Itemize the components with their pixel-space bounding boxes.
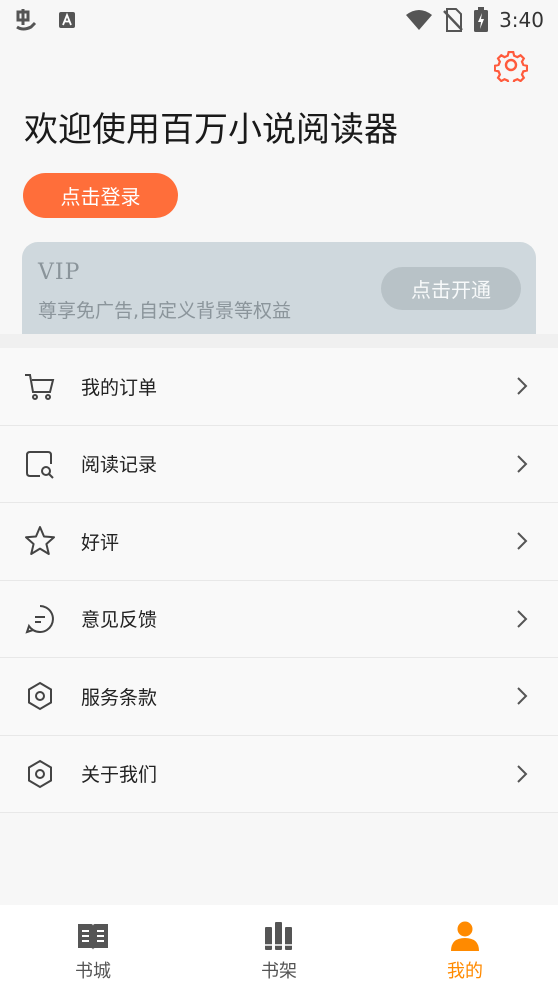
nav-label: 我的 — [447, 961, 483, 982]
chevron-right-icon — [517, 532, 528, 550]
status-time: 3:40 — [499, 8, 544, 32]
no-sim-icon — [443, 8, 463, 32]
chevron-right-icon — [517, 610, 528, 628]
menu-item-reading-history[interactable]: 阅读记录 — [0, 425, 558, 503]
menu-item-about[interactable]: 关于我们 — [0, 735, 558, 813]
gear-icon[interactable] — [494, 48, 528, 82]
menu-item-label: 服务条款 — [81, 686, 158, 709]
feedback-chat-icon — [25, 604, 54, 634]
menu-item-feedback[interactable]: 意见反馈 — [0, 580, 558, 658]
hexagon-icon — [28, 759, 52, 788]
cart-icon — [25, 374, 55, 401]
menu-item-rate[interactable]: 好评 — [0, 503, 558, 581]
bottom-nav: 书城 书架 我的 — [0, 905, 558, 992]
chevron-right-icon — [517, 377, 528, 395]
chevron-right-icon — [517, 687, 528, 705]
login-button[interactable]: 点击登录 — [23, 173, 178, 218]
app-logo-icon — [16, 9, 37, 31]
menu-item-label: 意见反馈 — [81, 609, 158, 632]
status-bar: 3:40 — [0, 0, 558, 40]
menu-item-terms[interactable]: 服务条款 — [0, 658, 558, 736]
welcome-title: 欢迎使用百万小说阅读器 — [24, 110, 398, 150]
battery-charging-icon — [474, 7, 489, 32]
profile-screen: 3:40 欢迎使用百万小说阅读器 点击登录 VIP 尊享免广告,自定义背景等权益… — [0, 0, 558, 992]
hexagon-icon — [28, 682, 52, 711]
menu-item-label: 好评 — [81, 531, 120, 554]
chevron-right-icon — [517, 455, 528, 473]
reading-history-icon — [26, 450, 54, 479]
menu-item-label: 关于我们 — [81, 764, 158, 787]
bookshelf-icon — [265, 922, 292, 950]
user-icon — [451, 921, 479, 951]
book-store-icon — [78, 924, 108, 950]
vip-title: VIP — [38, 260, 81, 285]
menu-item-label: 阅读记录 — [81, 454, 158, 477]
nav-item-bookshelf[interactable]: 书架 — [186, 905, 372, 992]
nav-item-book-store[interactable]: 书城 — [0, 905, 186, 992]
nav-item-profile[interactable]: 我的 — [372, 905, 558, 992]
vip-subtitle: 尊享免广告,自定义背景等权益 — [38, 300, 292, 322]
menu-item-orders[interactable]: 我的订单 — [0, 348, 558, 426]
menu-list: 我的订单 阅读记录 好评 意见反馈 服务条款 关于我们 — [0, 348, 558, 813]
star-icon — [25, 526, 55, 556]
vip-open-button[interactable]: 点击开通 — [381, 267, 521, 310]
section-divider — [0, 334, 558, 348]
vip-card[interactable]: VIP 尊享免广告,自定义背景等权益 点击开通 — [22, 242, 536, 338]
nav-label: 书城 — [75, 961, 111, 982]
text-a-icon — [59, 12, 75, 28]
chevron-right-icon — [517, 765, 528, 783]
menu-item-label: 我的订单 — [81, 376, 158, 399]
wifi-icon — [406, 10, 433, 30]
nav-label: 书架 — [261, 961, 297, 982]
